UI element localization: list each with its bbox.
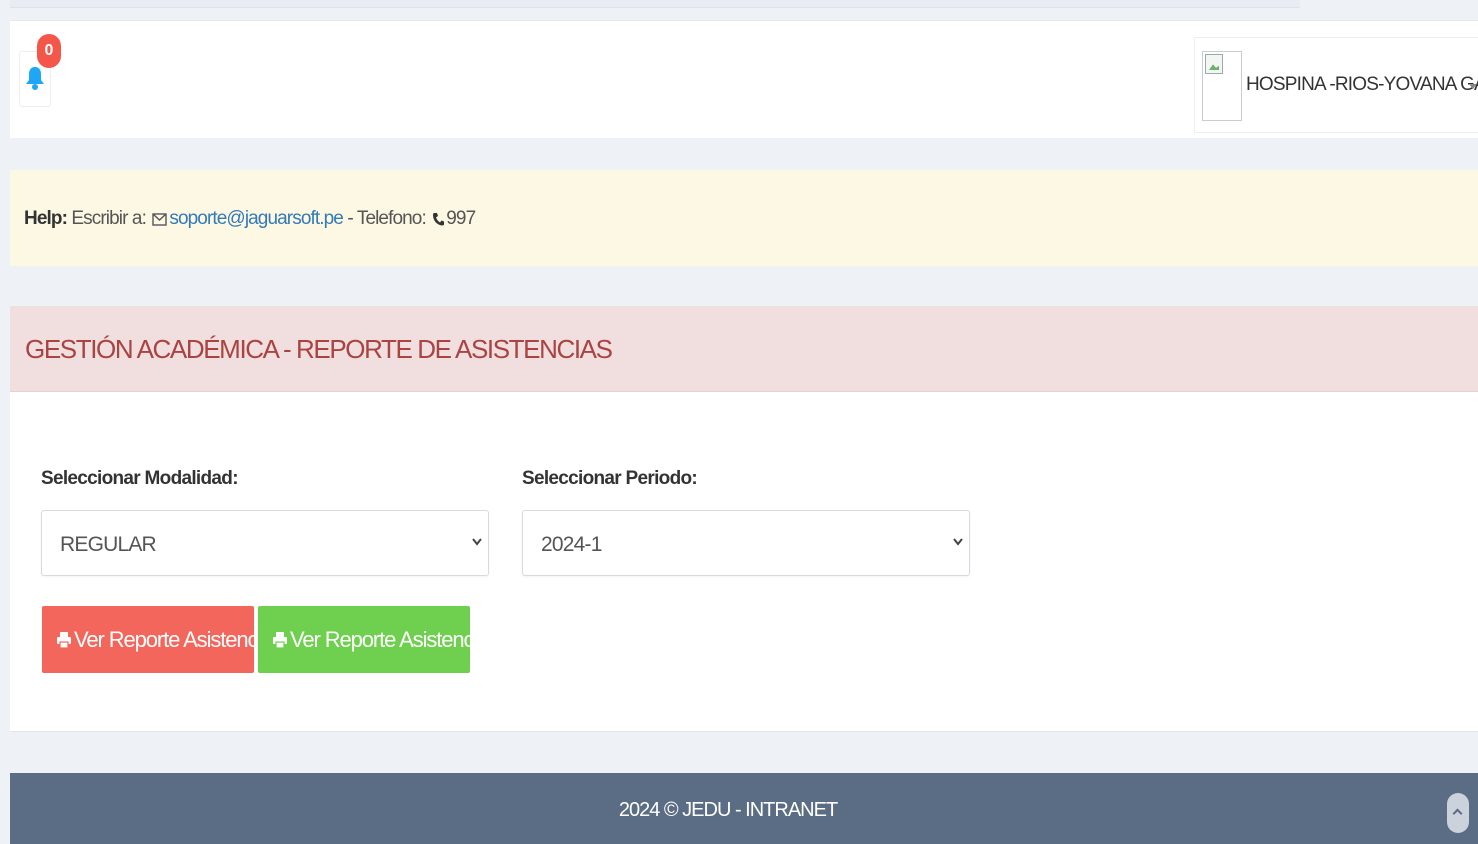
user-name: HOSPINA -RIOS-YOVANA GAVINA xyxy=(1246,74,1478,95)
view-attendance-report-label: Ver Reporte Asistencias xyxy=(290,627,499,652)
page-title: GESTIÓN ACADÉMICA - REPORTE DE ASISTENCI… xyxy=(25,334,613,364)
envelope-icon xyxy=(152,210,168,232)
user-menu[interactable]: HOSPINA -RIOS-YOVANA GAVINA xyxy=(1194,37,1478,133)
bell-icon xyxy=(26,67,44,90)
view-attendance-report-button-red[interactable]: Ver Reporte Asistencias xyxy=(42,606,283,673)
page-title-bar: GESTIÓN ACADÉMICA - REPORTE DE ASISTENCI… xyxy=(10,306,1478,392)
modalidad-selected-value: REGULAR xyxy=(60,533,157,556)
help-phone-label: - Telefono: xyxy=(347,208,426,229)
footer-text: 2024 © JEDU - INTRANET xyxy=(618,799,838,821)
chevron-down-icon xyxy=(472,538,482,546)
caret-down-icon xyxy=(1469,84,1477,89)
view-attendance-report-label: Ver Reporte Asistencias xyxy=(74,627,283,652)
help-label: Help: xyxy=(24,208,68,229)
scroll-to-top-button[interactable] xyxy=(1447,793,1469,833)
support-email-link[interactable]: soporte@jaguarsoft.pe xyxy=(169,208,344,229)
broken-image-icon xyxy=(1205,54,1223,74)
help-write-to: Escribir a: xyxy=(71,208,146,229)
top-strip xyxy=(10,0,1300,8)
view-attendance-report-button-green[interactable]: Ver Reporte Asistencias xyxy=(258,606,499,673)
chevron-down-icon xyxy=(953,538,963,546)
phone-icon xyxy=(432,210,445,232)
print-icon xyxy=(57,632,71,649)
report-form-panel: Seleccionar Modalidad: REGULAR Seleccion… xyxy=(10,392,1478,732)
help-phone: 997 xyxy=(446,208,476,229)
periodo-selected-value: 2024-1 xyxy=(541,533,602,556)
print-icon xyxy=(273,632,287,649)
notification-count-badge: 0 xyxy=(37,34,61,68)
help-alert: Help: Escribir a: soporte@jaguarsoft.pe … xyxy=(10,170,1478,266)
modalidad-select[interactable]: REGULAR xyxy=(41,510,489,576)
avatar xyxy=(1202,51,1242,121)
modalidad-label: Seleccionar Modalidad: xyxy=(41,468,239,489)
periodo-label: Seleccionar Periodo: xyxy=(522,468,698,489)
periodo-select[interactable]: 2024-1 xyxy=(522,510,970,576)
top-header: 0 HOSPINA -RIOS-YOVANA GAVINA xyxy=(10,20,1478,138)
footer: 2024 © JEDU - INTRANET xyxy=(10,773,1478,844)
help-text: Help: Escribir a: soporte@jaguarsoft.pe … xyxy=(24,208,476,232)
